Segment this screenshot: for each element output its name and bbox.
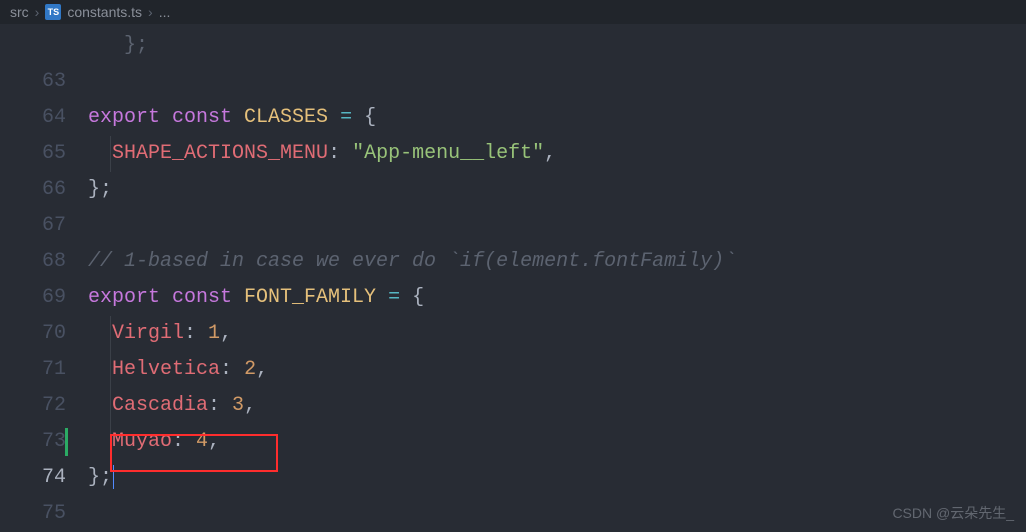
line-number-gutter: 63646566676869707172737475 <box>0 24 88 529</box>
indent-guide <box>110 316 111 352</box>
breadcrumb-symbol[interactable]: ... <box>159 4 171 20</box>
code-line[interactable] <box>88 496 1026 532</box>
breadcrumb-file[interactable]: constants.ts <box>67 4 142 20</box>
code-line[interactable] <box>88 64 1026 100</box>
line-number: 72 <box>0 388 66 424</box>
code-line[interactable]: Helvetica: 2, <box>88 352 1026 388</box>
text-cursor <box>113 465 114 489</box>
line-number: 65 <box>0 136 66 172</box>
code-line[interactable]: SHAPE_ACTIONS_MENU: "App-menu__left", <box>88 136 1026 172</box>
code-line[interactable]: export const FONT_FAMILY = { <box>88 280 1026 316</box>
code-line[interactable]: }; <box>88 172 1026 208</box>
code-line[interactable]: export const CLASSES = { <box>88 100 1026 136</box>
code-line[interactable] <box>88 208 1026 244</box>
line-number: 68 <box>0 244 66 280</box>
line-number: 63 <box>0 64 66 100</box>
line-number: 71 <box>0 352 66 388</box>
line-number: 67 <box>0 208 66 244</box>
indent-guide <box>110 424 111 460</box>
watermark-text: CSDN @云朵先生_ <box>892 503 1014 523</box>
breadcrumb-separator: › <box>148 4 153 20</box>
indent-guide <box>110 136 111 172</box>
code-line[interactable]: Muyao: 4, <box>88 424 1026 460</box>
typescript-file-icon: TS <box>45 4 61 20</box>
line-number: 70 <box>0 316 66 352</box>
code-editor[interactable]: 63646566676869707172737475 }; export cons… <box>0 24 1026 529</box>
code-line[interactable]: Cascadia: 3, <box>88 388 1026 424</box>
line-number: 74 <box>0 460 66 496</box>
line-number: 75 <box>0 496 66 532</box>
breadcrumbs[interactable]: src › TS constants.ts › ... <box>0 0 1026 24</box>
line-number <box>0 28 66 64</box>
indent-guide <box>110 388 111 424</box>
indent-guide <box>110 352 111 388</box>
code-line[interactable]: Virgil: 1, <box>88 316 1026 352</box>
line-number: 64 <box>0 100 66 136</box>
code-line[interactable]: }; <box>88 460 1026 496</box>
breadcrumb-separator: › <box>35 4 40 20</box>
code-line[interactable]: }; <box>88 28 1026 64</box>
breadcrumb-root[interactable]: src <box>10 4 29 20</box>
code-content[interactable]: }; export const CLASSES = { SHAPE_ACTIONS… <box>88 24 1026 529</box>
line-number: 66 <box>0 172 66 208</box>
code-line[interactable]: // 1-based in case we ever do `if(elemen… <box>88 244 1026 280</box>
line-number: 69 <box>0 280 66 316</box>
line-number: 73 <box>0 424 66 460</box>
